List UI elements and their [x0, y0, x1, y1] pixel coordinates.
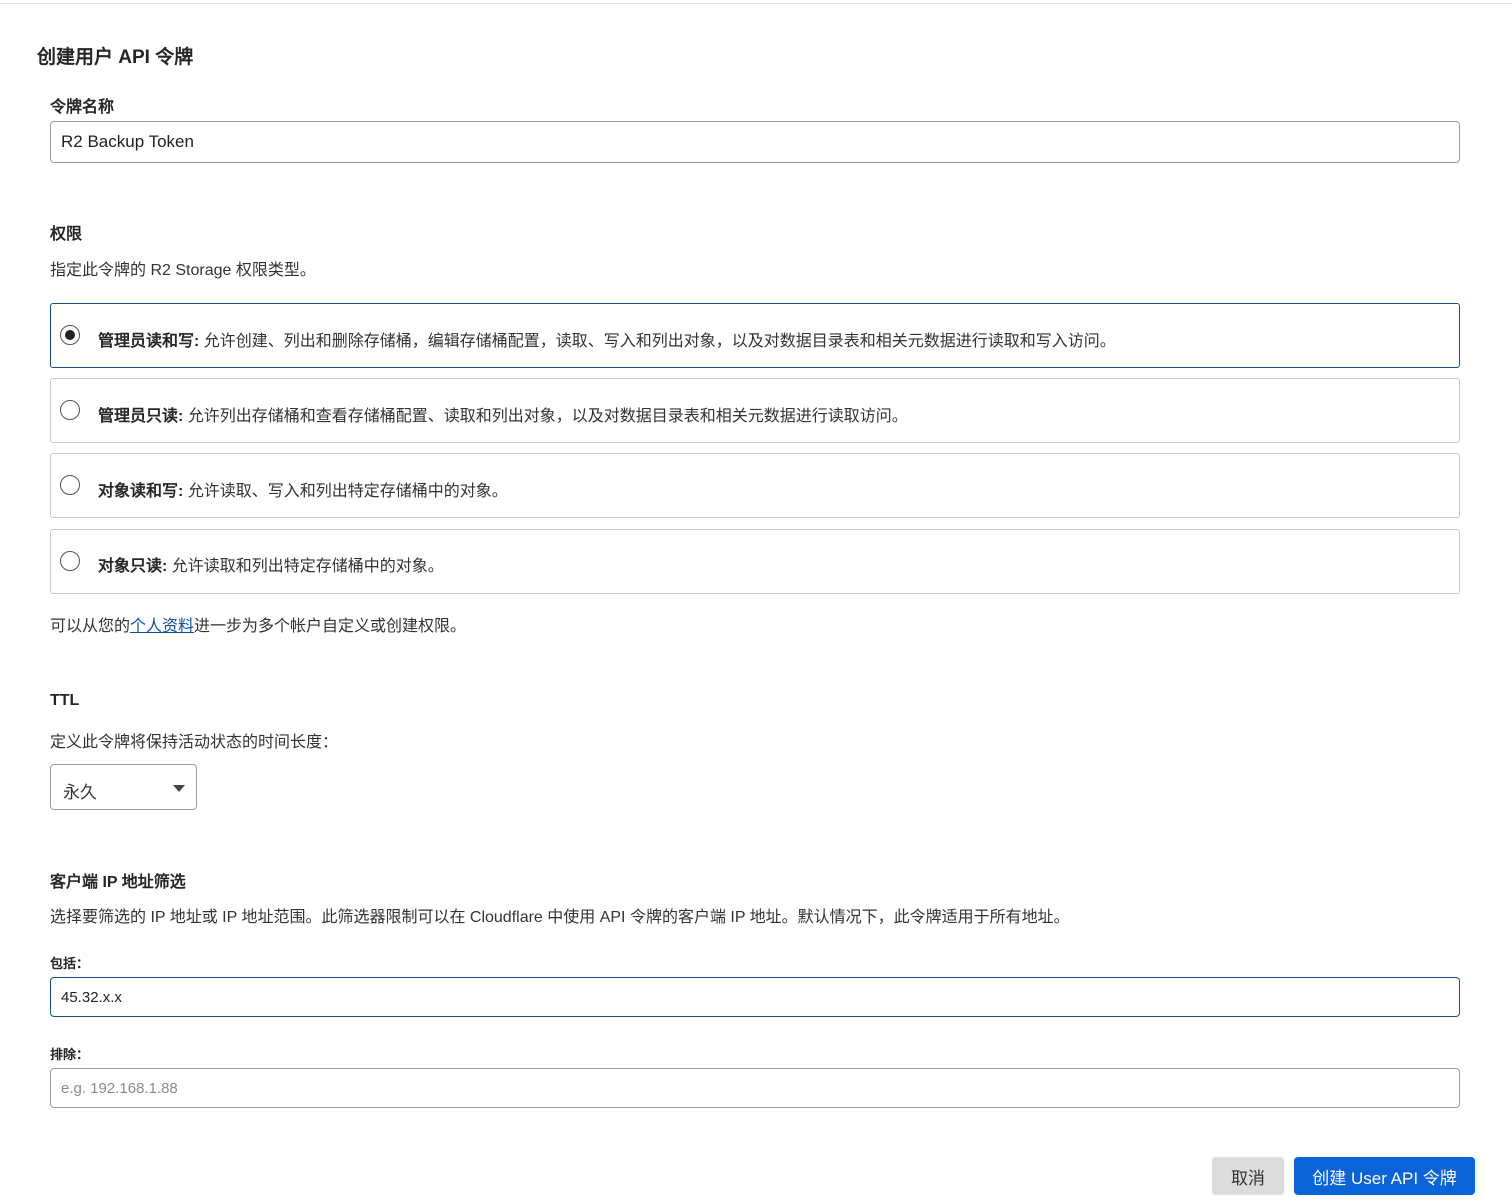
exclude-ip-input[interactable]: [50, 1068, 1460, 1108]
ttl-title: TTL: [50, 692, 80, 709]
include-label: 包括：: [50, 956, 90, 971]
option-label: 对象读和写:: [98, 483, 184, 500]
permission-option-admin-read-write[interactable]: 管理员读和写: 允许创建、列出和删除存储桶，编辑存储桶配置，读取、写入和列出对象…: [50, 303, 1460, 368]
token-name-label: 令牌名称: [50, 99, 115, 116]
create-token-button[interactable]: 创建 User API 令牌: [1294, 1157, 1475, 1195]
option-description: 允许创建、列出和删除存储桶，编辑存储桶配置，读取、写入和列出对象，以及对数据目录…: [203, 333, 1116, 350]
exclude-label: 排除：: [50, 1047, 90, 1062]
option-label: 对象只读:: [98, 558, 168, 575]
permissions-footer: 可以从您的个人资料进一步为多个帐户自定义或创建权限。: [50, 612, 466, 636]
permission-option-object-read-only[interactable]: 对象只读: 允许读取和列出特定存储桶中的对象。: [50, 529, 1460, 594]
ttl-select[interactable]: 永久: [50, 764, 197, 810]
ip-filter-title: 客户端 IP 地址筛选: [50, 874, 186, 891]
ttl-selected-value: 永久: [63, 783, 97, 802]
ip-filter-description: 选择要筛选的 IP 地址或 IP 地址范围。此筛选器限制可以在 Cloudfla…: [50, 909, 1070, 926]
permission-option-object-read-write[interactable]: 对象读和写: 允许读取、写入和列出特定存储桶中的对象。: [50, 453, 1460, 518]
radio-unchecked-icon[interactable]: [60, 551, 80, 571]
include-ip-input[interactable]: [50, 977, 1460, 1017]
permissions-footer-prefix: 可以从您的: [50, 618, 131, 635]
option-description: 允许读取和列出特定存储桶中的对象。: [171, 558, 444, 575]
permissions-description: 指定此令牌的 R2 Storage 权限类型。: [50, 262, 316, 279]
radio-unchecked-icon[interactable]: [60, 400, 80, 420]
radio-unchecked-icon[interactable]: [60, 475, 80, 495]
option-label: 管理员读和写:: [98, 333, 200, 350]
permission-option-admin-read-only[interactable]: 管理员只读: 允许列出存储桶和查看存储桶配置、读取和列出对象，以及对数据目录表和…: [50, 378, 1460, 443]
caret-down-icon: [173, 785, 185, 792]
profile-link[interactable]: 个人资料: [130, 618, 194, 635]
option-description: 允许列出存储桶和查看存储桶配置、读取和列出对象，以及对数据目录表和相关元数据进行…: [187, 408, 908, 425]
permissions-title: 权限: [50, 226, 83, 243]
cancel-button[interactable]: 取消: [1212, 1157, 1284, 1195]
permissions-footer-suffix: 进一步为多个帐户自定义或创建权限。: [194, 618, 467, 635]
token-name-input[interactable]: [50, 121, 1460, 163]
page-title: 创建用户 API 令牌: [37, 47, 194, 68]
option-description: 允许读取、写入和列出特定存储桶中的对象。: [187, 483, 508, 500]
ttl-description: 定义此令牌将保持活动状态的时间长度：: [50, 734, 339, 751]
radio-checked-icon[interactable]: [60, 325, 80, 345]
top-divider: [0, 3, 1512, 4]
option-label: 管理员只读:: [98, 408, 184, 425]
